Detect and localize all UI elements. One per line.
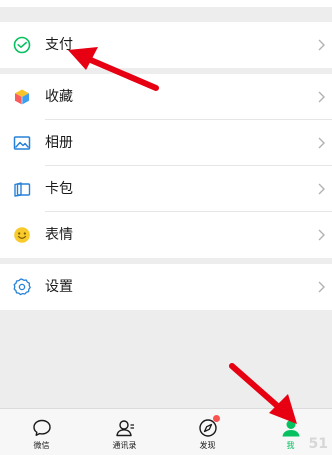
favorites-icon <box>12 87 32 107</box>
album-icon <box>12 133 32 153</box>
pay-group: 支付 <box>0 22 332 68</box>
chevron-right-icon <box>316 182 326 196</box>
me-icon <box>282 420 299 437</box>
tab-contacts[interactable]: 通讯录 <box>83 409 166 455</box>
chat-icon <box>32 419 51 436</box>
watermark: 51 <box>308 436 328 452</box>
tab-label: 我 <box>286 441 295 450</box>
menu-item-label: 支付 <box>45 37 73 53</box>
menu-item-label: 表情 <box>45 227 73 243</box>
features-group: 收藏 相册 卡包 表情 <box>0 74 332 258</box>
menu-item-favorites[interactable]: 收藏 <box>0 74 332 120</box>
menu-item-stickers[interactable]: 表情 <box>0 212 332 258</box>
menu-item-settings[interactable]: 设置 <box>0 264 332 310</box>
top-gap <box>0 0 332 22</box>
menu-item-label: 收藏 <box>45 89 73 105</box>
settings-icon <box>12 277 32 297</box>
tab-discover[interactable]: 发现 <box>166 409 249 455</box>
top-strip <box>0 0 332 7</box>
chevron-right-icon <box>316 136 326 150</box>
tab-label: 通讯录 <box>112 441 137 450</box>
chevron-right-icon <box>316 228 326 242</box>
chevron-right-icon <box>316 280 326 294</box>
tab-label: 微信 <box>33 441 50 450</box>
chevron-right-icon <box>316 90 326 104</box>
tab-chats[interactable]: 微信 <box>0 409 83 455</box>
pay-icon <box>12 35 32 55</box>
sticker-icon <box>12 225 32 245</box>
menu-item-pay[interactable]: 支付 <box>0 22 332 68</box>
menu-item-label: 设置 <box>45 279 73 295</box>
tab-label: 发现 <box>199 441 216 450</box>
settings-group: 设置 <box>0 264 332 310</box>
notification-dot <box>212 415 220 422</box>
menu-item-label: 卡包 <box>45 181 73 197</box>
card-wallet-icon <box>12 179 32 199</box>
menu-item-card-wallet[interactable]: 卡包 <box>0 166 332 212</box>
bottom-tab-bar: 微信 通讯录 发现 我 <box>0 408 332 455</box>
menu-item-label: 相册 <box>45 135 73 151</box>
contacts-icon <box>115 420 134 437</box>
chevron-right-icon <box>316 38 326 52</box>
menu-item-album[interactable]: 相册 <box>0 120 332 166</box>
